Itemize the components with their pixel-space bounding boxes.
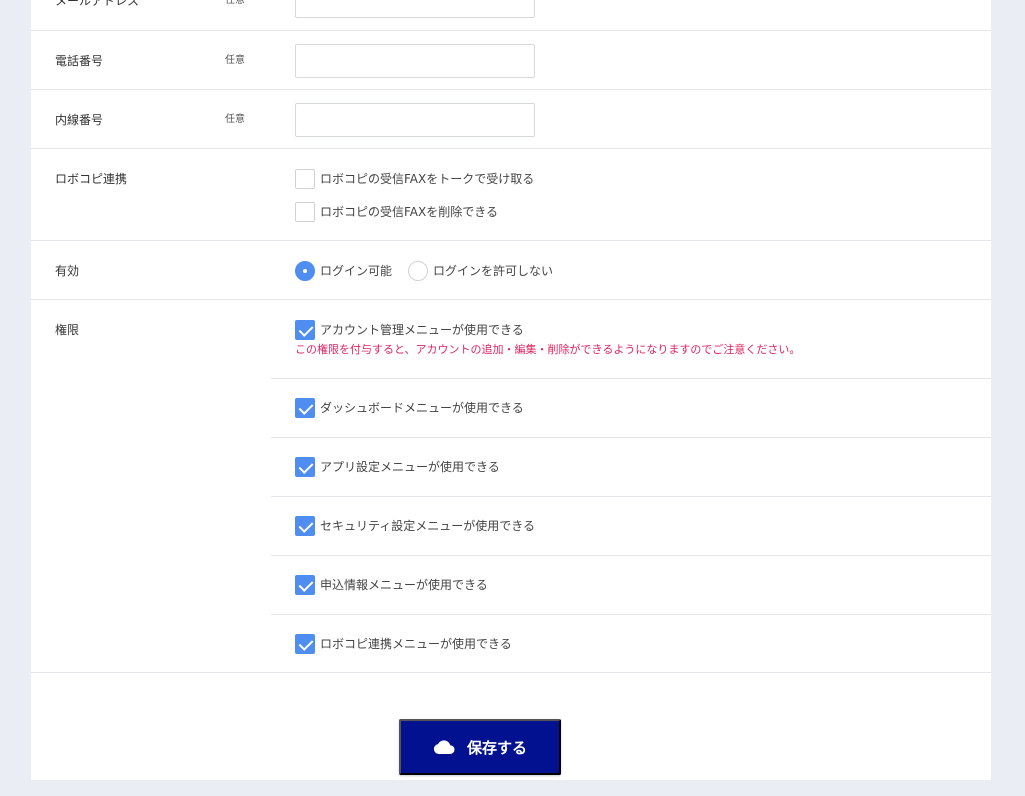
email-field[interactable] (295, 0, 535, 18)
perm-account-label: アカウント管理メニューが使用できる (320, 323, 524, 337)
perm-applications-label: 申込情報メニューが使用できる (320, 578, 488, 592)
email-optional-badge: 任意 (225, 0, 245, 6)
perm-app-settings-checkbox[interactable] (295, 457, 315, 477)
login-allowed-label: ログイン可能 (320, 264, 393, 278)
permission-divider (271, 614, 991, 615)
login-allowed-radio[interactable] (295, 261, 315, 281)
phone-optional-badge: 任意 (225, 55, 245, 66)
extension-row: 内線番号 任意 (31, 90, 991, 149)
save-button[interactable]: 保存する (399, 719, 561, 775)
perm-security-label: セキュリティ設定メニューが使用できる (320, 519, 536, 533)
perm-account-option[interactable]: アカウント管理メニューが使用できる (295, 320, 524, 340)
perm-app-settings-option[interactable]: アプリ設定メニューが使用できる (295, 457, 500, 477)
login-allowed-option[interactable]: ログイン可能 ログインを許可しない (295, 261, 553, 281)
extension-optional-badge: 任意 (225, 114, 245, 125)
robocopy-delete-fax-option[interactable]: ロボコピの受信FAXを削除できる (295, 202, 498, 222)
extension-label: 内線番号 (55, 113, 104, 127)
phone-field[interactable] (295, 44, 535, 78)
permission-divider (271, 496, 991, 497)
perm-app-settings-label: アプリ設定メニューが使用できる (320, 460, 500, 474)
login-denied-radio[interactable] (408, 261, 429, 281)
perm-dashboard-option[interactable]: ダッシュボードメニューが使用できる (295, 398, 524, 418)
save-button-label: 保存する (466, 739, 527, 757)
account-form-card: メールアドレス 任意 電話番号 任意 内線番号 任意 ロボコピ連携 ロボコピの受… (31, 0, 991, 780)
perm-robocopy-checkbox[interactable] (295, 634, 315, 654)
permission-divider (271, 437, 991, 438)
perm-dashboard-checkbox[interactable] (295, 398, 315, 418)
login-denied-label: ログインを許可しない (433, 264, 554, 278)
permission-divider (271, 555, 991, 556)
perm-dashboard-label: ダッシュボードメニューが使用できる (320, 401, 524, 415)
enabled-label: 有効 (55, 264, 80, 278)
robocopy-receive-fax-checkbox[interactable] (295, 169, 315, 189)
email-row: メールアドレス 任意 (31, 0, 991, 31)
perm-robocopy-option[interactable]: ロボコピ連携メニューが使用できる (295, 634, 512, 654)
phone-row: 電話番号 任意 (31, 31, 991, 90)
permissions-label: 権限 (55, 323, 80, 337)
robocopy-receive-fax-label: ロボコピの受信FAXをトークで受け取る (320, 172, 535, 186)
robocopy-delete-fax-checkbox[interactable] (295, 202, 315, 222)
perm-account-warning: この権限を付与すると、アカウントの追加・編集・削除ができるようになりますのでご注… (295, 343, 801, 356)
perm-account-checkbox[interactable] (295, 320, 315, 340)
perm-applications-checkbox[interactable] (295, 575, 315, 595)
perm-security-option[interactable]: セキュリティ設定メニューが使用できる (295, 516, 535, 536)
enabled-row: 有効 ログイン可能 ログインを許可しない (31, 241, 991, 300)
robocopy-label: ロボコピ連携 (55, 172, 128, 186)
extension-field[interactable] (295, 103, 535, 137)
perm-robocopy-label: ロボコピ連携メニューが使用できる (320, 637, 512, 651)
permission-divider (271, 378, 991, 379)
robocopy-row: ロボコピ連携 ロボコピの受信FAXをトークで受け取る ロボコピの受信FAXを削除… (31, 149, 991, 241)
robocopy-delete-fax-label: ロボコピの受信FAXを削除できる (320, 205, 498, 219)
perm-applications-option[interactable]: 申込情報メニューが使用できる (295, 575, 488, 595)
permissions-row: 権限 アカウント管理メニューが使用できる この権限を付与すると、アカウントの追加… (31, 300, 991, 673)
phone-label: 電話番号 (55, 54, 104, 68)
robocopy-receive-fax-option[interactable]: ロボコピの受信FAXをトークで受け取る (295, 169, 534, 189)
cloud-icon (433, 740, 455, 754)
perm-security-checkbox[interactable] (295, 516, 315, 536)
email-label: メールアドレス (55, 0, 140, 8)
